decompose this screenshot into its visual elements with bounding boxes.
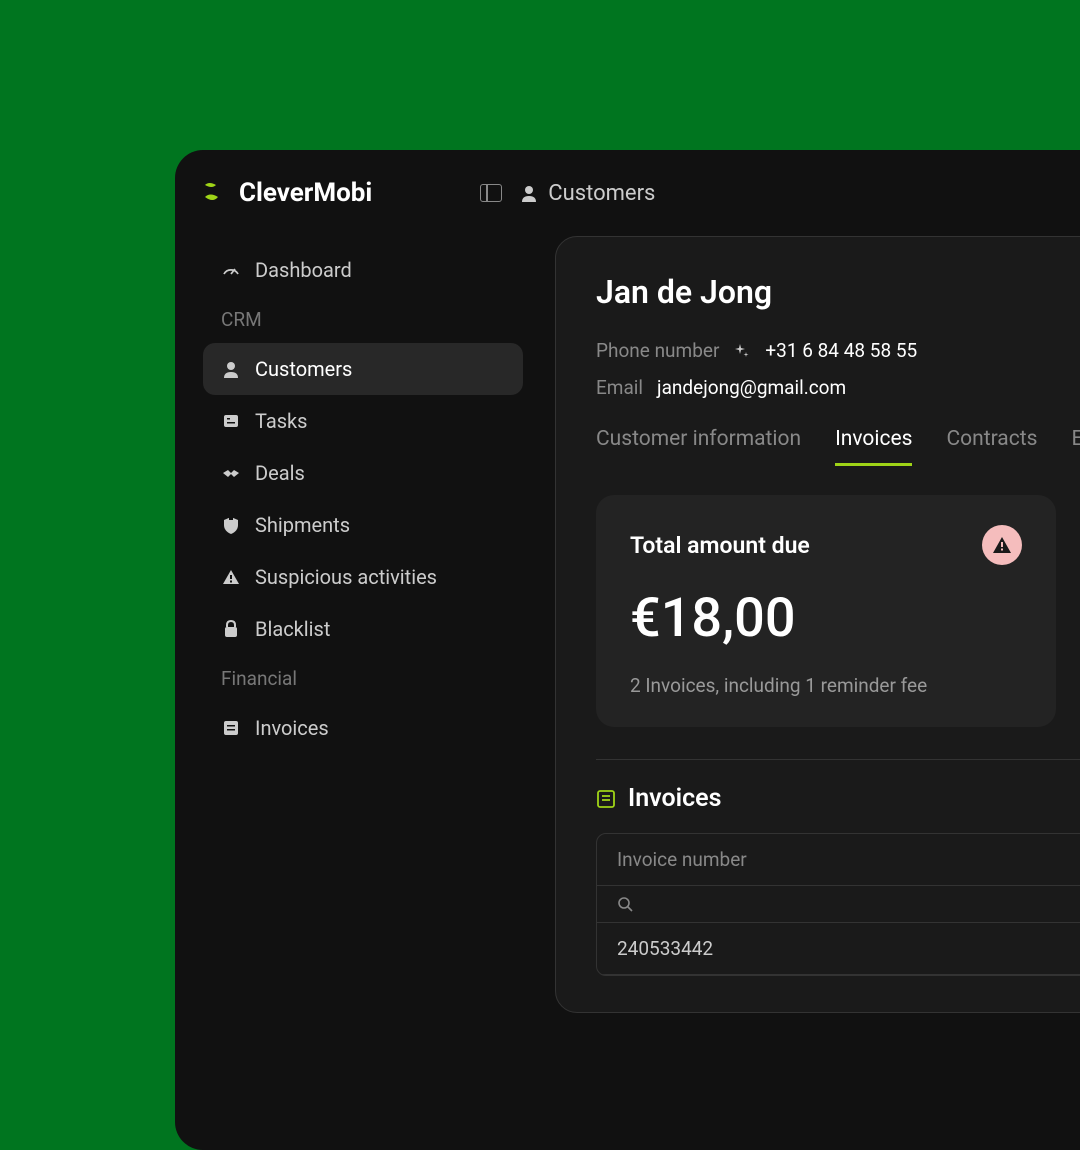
sparkle-icon <box>733 342 751 360</box>
cell-invoice-number: 240533442 <box>617 937 713 960</box>
main-layout: Dashboard CRM Customers Tasks Deals <box>203 244 1080 1013</box>
warning-icon <box>221 567 241 587</box>
alert-badge <box>982 525 1022 565</box>
sidebar-item-tasks[interactable]: Tasks <box>203 395 523 447</box>
divider <box>596 759 1080 760</box>
col-invoice-number: Invoice number <box>617 848 747 871</box>
card-title: Total amount due <box>630 532 810 559</box>
sidebar-item-label: Dashboard <box>255 258 352 282</box>
tab-customer-info[interactable]: Customer information <box>596 427 801 466</box>
customer-name: Jan de Jong <box>596 273 1080 311</box>
logo-icon <box>203 181 229 205</box>
header-right: Customers <box>480 181 655 206</box>
card-subtext: 2 Invoices, including 1 reminder fee <box>630 674 1022 697</box>
receipt-icon <box>596 789 616 809</box>
list-check-icon <box>221 411 241 431</box>
panel-toggle-icon[interactable] <box>480 184 502 202</box>
sidebar-item-customers[interactable]: Customers <box>203 343 523 395</box>
table-search-row <box>597 886 1080 923</box>
invoices-table: Invoice number Amount € 240533442 4,00 <box>596 833 1080 976</box>
sidebar-item-label: Deals <box>255 461 305 485</box>
sidebar-item-suspicious[interactable]: Suspicious activities <box>203 551 523 603</box>
shield-icon <box>221 515 241 535</box>
receipt-icon <box>221 718 241 738</box>
header: CleverMobi Customers <box>203 178 1080 208</box>
lock-icon <box>221 619 241 639</box>
phone-row: Phone number +31 6 84 48 58 55 <box>596 339 1080 362</box>
tab-invoices[interactable]: Invoices <box>835 427 912 466</box>
brand-logo[interactable]: CleverMobi <box>203 178 372 208</box>
phone-value: +31 6 84 48 58 55 <box>765 339 917 362</box>
summary-cards: Total amount due €18,00 2 Invoices, incl… <box>596 495 1080 727</box>
content-panel: Jan de Jong Phone number +31 6 84 48 58 … <box>555 236 1080 1013</box>
tab-em[interactable]: Em <box>1071 427 1080 466</box>
sidebar-item-shipments[interactable]: Shipments <box>203 499 523 551</box>
sidebar: Dashboard CRM Customers Tasks Deals <box>203 244 523 1013</box>
sidebar-item-dashboard[interactable]: Dashboard <box>203 244 523 296</box>
invoices-title: Invoices <box>628 784 721 813</box>
card-header: Total amount due <box>630 525 1022 565</box>
sidebar-item-label: Tasks <box>255 409 308 433</box>
invoices-section-header: Invoices <box>596 784 1080 813</box>
sidebar-item-label: Customers <box>255 357 352 381</box>
person-icon <box>520 184 538 202</box>
sidebar-item-deals[interactable]: Deals <box>203 447 523 499</box>
sidebar-item-label: Blacklist <box>255 617 330 641</box>
sidebar-section-crm: CRM <box>203 296 523 343</box>
tabs: Customer information Invoices Contracts … <box>596 427 1080 467</box>
email-value: jandejong@gmail.com <box>657 376 846 399</box>
total-due-card: Total amount due €18,00 2 Invoices, incl… <box>596 495 1056 727</box>
card-amount: €18,00 <box>630 587 1022 650</box>
table-header: Invoice number Amount € <box>597 834 1080 886</box>
breadcrumb-label: Customers <box>548 181 655 206</box>
sidebar-item-label: Invoices <box>255 716 329 740</box>
email-row: Email jandejong@gmail.com <box>596 376 1080 399</box>
tab-contracts[interactable]: Contracts <box>946 427 1037 466</box>
brand-name: CleverMobi <box>239 178 372 208</box>
sidebar-item-label: Shipments <box>255 513 350 537</box>
phone-label: Phone number <box>596 339 719 362</box>
table-row[interactable]: 240533442 4,00 <box>597 923 1080 975</box>
email-label: Email <box>596 376 643 399</box>
warning-icon <box>992 536 1012 554</box>
handshake-icon <box>221 463 241 483</box>
search-icon <box>617 896 633 912</box>
gauge-icon <box>221 260 241 280</box>
sidebar-item-blacklist[interactable]: Blacklist <box>203 603 523 655</box>
sidebar-section-financial: Financial <box>203 655 523 702</box>
breadcrumb[interactable]: Customers <box>520 181 655 206</box>
person-icon <box>221 359 241 379</box>
app-window: CleverMobi Customers Dashboard CRM <box>175 150 1080 1150</box>
sidebar-item-label: Suspicious activities <box>255 565 437 589</box>
sidebar-item-invoices[interactable]: Invoices <box>203 702 523 754</box>
search-invoice-number[interactable] <box>617 896 633 912</box>
